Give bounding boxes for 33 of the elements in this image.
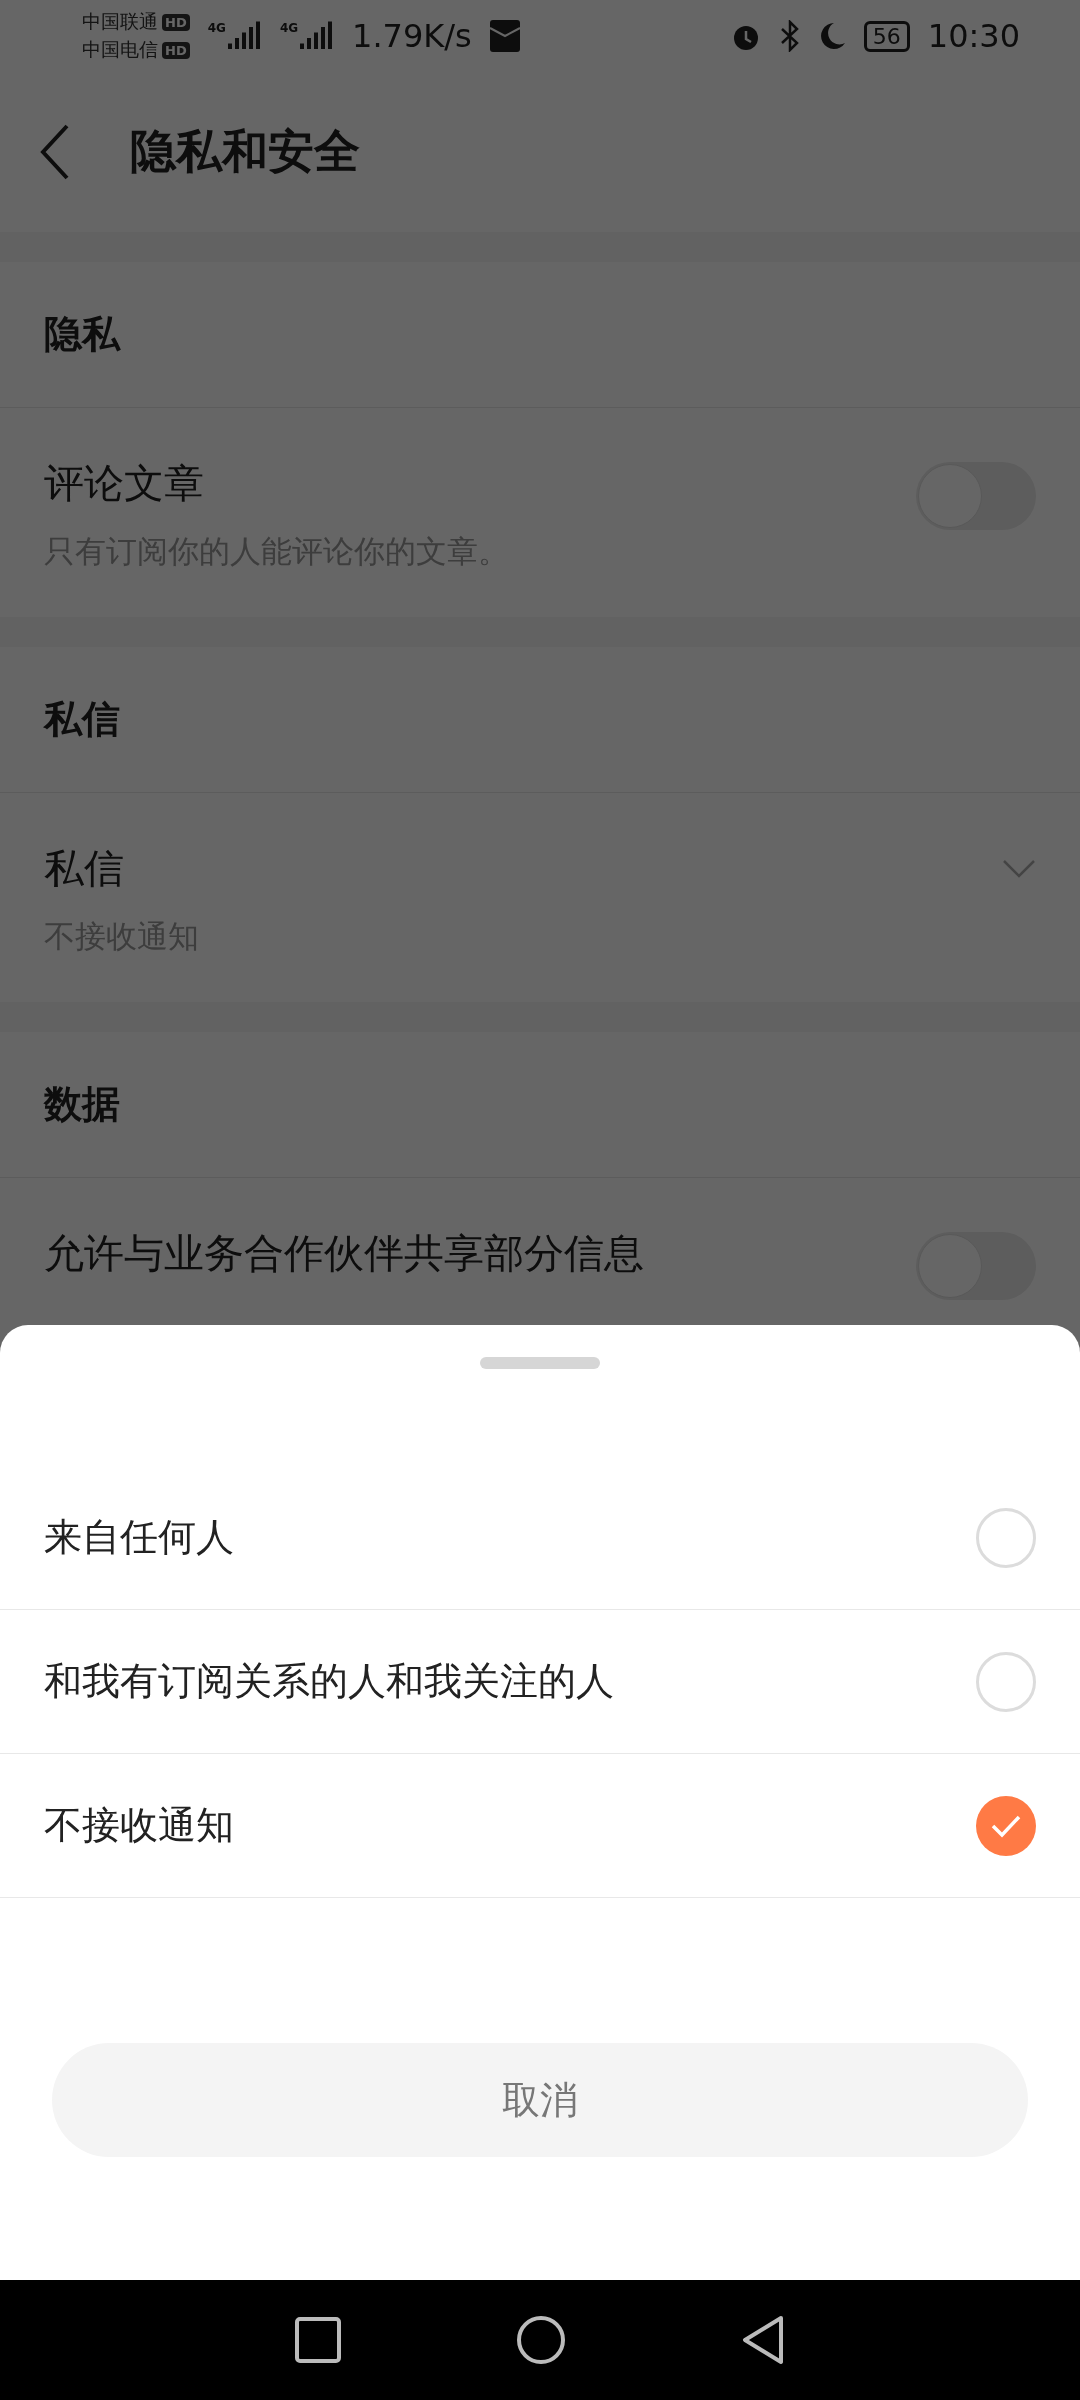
row-title: 允许与业务合作伙伴共享部分信息 xyxy=(44,1229,645,1278)
cancel-button[interactable]: 取消 xyxy=(52,2043,1028,2157)
option-label: 和我有订阅关系的人和我关注的人 xyxy=(44,1658,614,1705)
section-title: 私信 xyxy=(44,696,120,743)
chevron-down-icon[interactable] xyxy=(1002,859,1036,879)
drag-handle[interactable] xyxy=(480,1357,600,1369)
bluetooth-icon xyxy=(779,20,800,52)
row-title: 评论文章 xyxy=(44,459,205,508)
hd-badge: HD xyxy=(162,41,190,59)
home-icon[interactable] xyxy=(516,2315,566,2365)
checkmark-icon xyxy=(990,1813,1022,1838)
network-speed: 1.79K/s xyxy=(352,17,472,55)
option-label: 不接收通知 xyxy=(44,1802,234,1849)
section-title: 数据 xyxy=(44,1081,120,1128)
hd-badge: HD xyxy=(162,13,190,31)
option-row[interactable]: 来自任何人 xyxy=(0,1466,1080,1610)
network-label: 4G xyxy=(279,21,299,35)
clock-time: 10:30 xyxy=(927,17,1020,55)
network-label: 4G xyxy=(207,21,226,35)
carrier-name: 中国电信 xyxy=(82,37,158,62)
page-title: 隐私和安全 xyxy=(130,123,360,180)
carrier-name: 中国联通 xyxy=(82,9,158,34)
option-label: 来自任何人 xyxy=(44,1514,234,1561)
option-row[interactable]: 和我有订阅关系的人和我关注的人 xyxy=(0,1610,1080,1754)
envelope-icon xyxy=(489,20,520,52)
section-title: 隐私 xyxy=(44,311,120,358)
signal-icon xyxy=(300,21,335,51)
signal-icon xyxy=(227,21,262,51)
option-row[interactable]: 不接收通知 xyxy=(0,1754,1080,1898)
recents-icon[interactable] xyxy=(295,2317,341,2363)
row-title: 私信 xyxy=(44,844,125,893)
battery-level: 56 xyxy=(863,20,910,52)
back-icon[interactable] xyxy=(741,2315,785,2365)
